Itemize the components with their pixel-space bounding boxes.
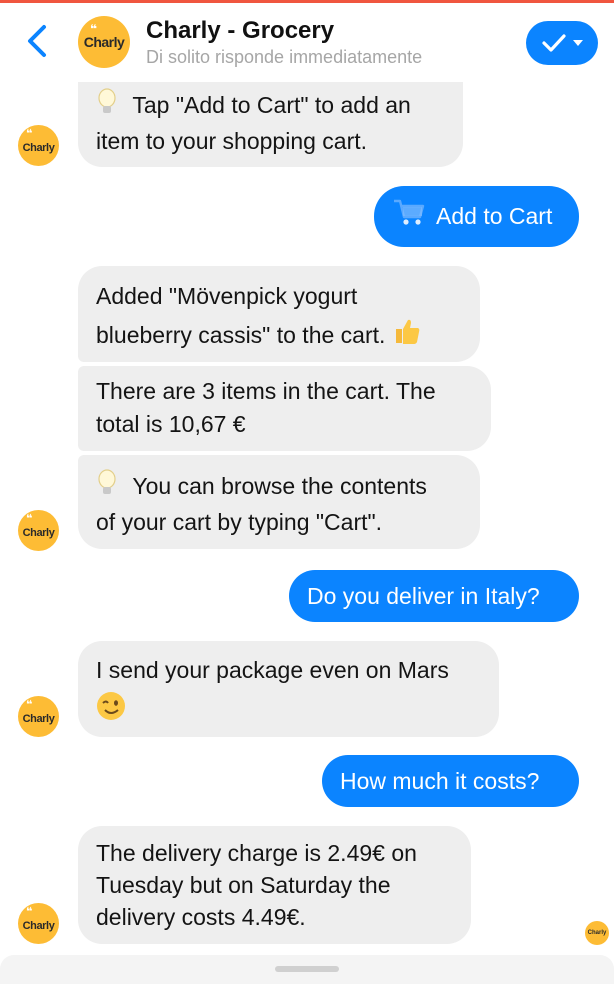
quote-mark-icon: ❝ (26, 513, 33, 525)
message-line: total is 10,67 € (96, 411, 246, 437)
message-line: You can browse the contents (96, 469, 462, 506)
chat-header: ❝ Charly Charly - Grocery Di solito risp… (0, 3, 614, 77)
avatar: ❝ Charly (18, 696, 59, 737)
avatar[interactable]: ❝ Charly (78, 16, 130, 68)
bot-message: Tap "Add to Cart" to add an item to your… (78, 82, 463, 167)
avatar: ❝ Charly (18, 903, 59, 944)
message-line: Added "Mövenpick yogurt (96, 283, 358, 309)
shopping-cart-icon (392, 197, 426, 236)
lightbulb-icon (96, 88, 118, 125)
avatar: ❝ Charly (18, 125, 59, 166)
user-message: How much it costs? (322, 755, 579, 807)
avatar: ❝ Charly (18, 510, 59, 551)
thumbs-up-icon (392, 316, 422, 358)
back-button[interactable] (22, 21, 56, 61)
message-line: delivery costs 4.49€. (96, 904, 306, 930)
message-line (96, 690, 481, 733)
message-line: item to your shopping cart. (96, 128, 368, 154)
message-line: blueberry cassis" to the cart. (96, 316, 462, 358)
page-title[interactable]: Charly - Grocery (146, 17, 334, 45)
message-line: Tap "Add to Cart" to add an (96, 88, 445, 125)
quote-mark-icon: ❝ (26, 906, 33, 918)
quote-mark-icon: ❝ (26, 699, 33, 711)
bot-message: I send your package even on Mars (78, 641, 499, 737)
done-button[interactable] (526, 21, 598, 65)
quote-mark-icon: ❝ (90, 22, 98, 36)
winking-face-icon (96, 691, 126, 733)
page-subtitle: Di solito risponde immediatamente (146, 47, 423, 67)
bot-message: Added "Mövenpick yogurt blueberry cassis… (78, 266, 480, 362)
user-message: Do you deliver in Italy? (289, 570, 579, 622)
message-line: I send your package even on Mars (96, 657, 449, 683)
message-line: of your cart by typing "Cart". (96, 509, 383, 535)
seen-receipt-avatar: Charly (585, 921, 609, 945)
message-line: There are 3 items in the cart. The (96, 378, 436, 404)
bot-message: You can browse the contents of your cart… (78, 455, 480, 549)
bot-message: There are 3 items in the cart. The total… (78, 366, 491, 451)
lightbulb-icon (96, 469, 118, 506)
avatar-label: Charly (83, 34, 125, 50)
message-line: The delivery charge is 2.49€ on (96, 840, 417, 866)
chevron-left-icon (28, 25, 46, 57)
message-line: Tuesday but on Saturday the (96, 872, 391, 898)
bot-message: The delivery charge is 2.49€ on Tuesday … (78, 826, 471, 944)
quote-mark-icon: ❝ (26, 128, 33, 140)
checkmark-icon (541, 34, 566, 52)
drag-handle[interactable] (275, 966, 339, 972)
user-message: Add to Cart (374, 186, 579, 247)
caret-down-icon (572, 40, 583, 46)
